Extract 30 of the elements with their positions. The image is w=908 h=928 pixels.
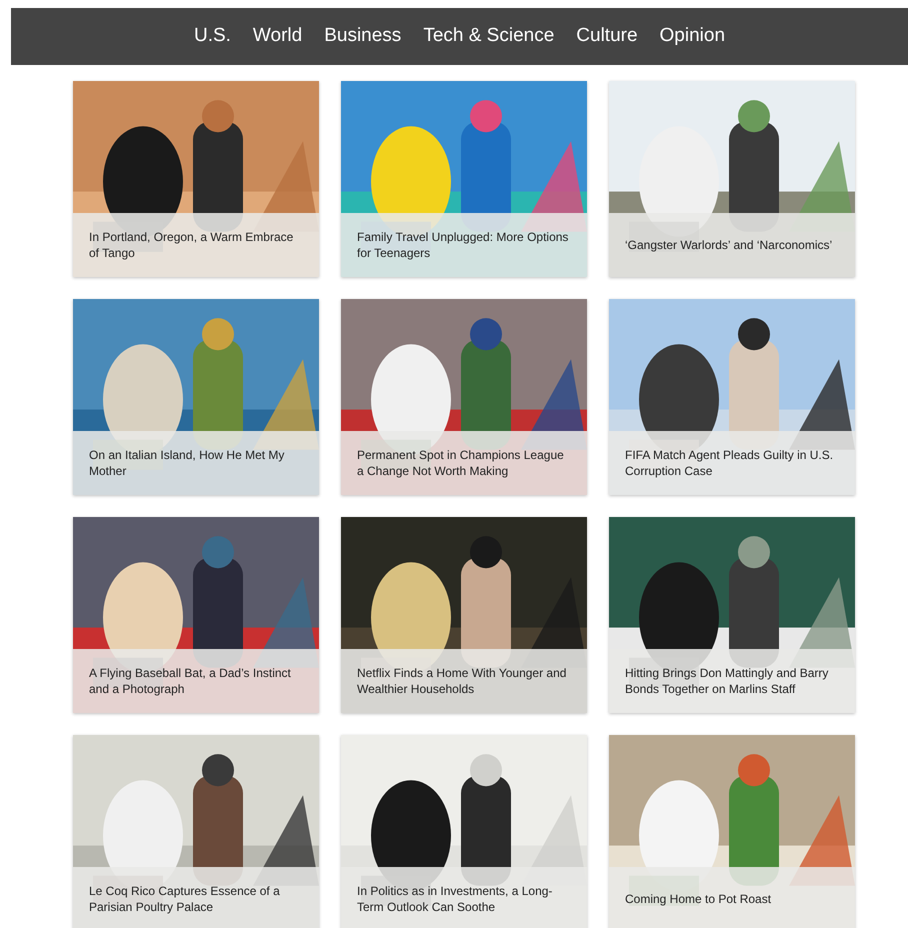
nav-link[interactable]: Business xyxy=(324,22,402,51)
article-title: On an Italian Island, How He Met My Mother xyxy=(89,447,286,479)
article-card[interactable]: Le Coq Rico Captures Essence of a Parisian Poultry Palace xyxy=(73,735,319,928)
article-title: Permanent Spot in Champions League a Change Not Worth Making xyxy=(357,447,565,479)
article-title: In Politics as in Investments, a Long-Term Outlook Can Soothe xyxy=(357,883,554,915)
article-title: Coming Home to Pot Roast xyxy=(625,891,772,907)
article-card[interactable]: A Flying Baseball Bat, a Dad’s Instinct and a Photograph xyxy=(73,517,319,713)
article-title: Family Travel Unplugged: More Options for Teenagers xyxy=(357,229,570,261)
article-title: A Flying Baseball Bat, a Dad’s Instinct and a Photograph xyxy=(89,665,292,697)
article-card[interactable]: Netflix Finds a Home With Younger and Wealthier Households xyxy=(341,517,587,713)
article-card[interactable]: In Portland, Oregon, a Warm Embrace of Tango xyxy=(73,81,319,277)
nav-link[interactable]: Culture xyxy=(576,22,638,51)
nav-link[interactable]: Opinion xyxy=(660,22,726,51)
article-title: ‘Gangster Warlords’ and ‘Narconomics’ xyxy=(625,237,832,253)
nav-link[interactable]: U.S. xyxy=(194,22,231,51)
article-title: Netflix Finds a Home With Younger and Wealthier Households xyxy=(357,665,568,697)
article-card[interactable]: Coming Home to Pot Roast xyxy=(609,735,855,928)
article-card[interactable]: On an Italian Island, How He Met My Mother xyxy=(73,299,319,495)
article-title: Hitting Brings Don Mattingly and Barry Bonds Together on Marlins Staff xyxy=(625,665,830,697)
nav-link[interactable]: Tech & Science xyxy=(423,22,554,51)
article-card[interactable]: In Politics as in Investments, a Long-Term Outlook Can Soothe xyxy=(341,735,587,928)
article-card[interactable]: ‘Gangster Warlords’ and ‘Narconomics’ xyxy=(609,81,855,277)
nav-link[interactable]: World xyxy=(252,22,302,51)
article-card[interactable]: Family Travel Unplugged: More Options for Teenagers xyxy=(341,81,587,277)
article-card[interactable]: Permanent Spot in Champions League a Change Not Worth Making xyxy=(341,299,587,495)
article-title: FIFA Match Agent Pleads Guilty in U.S. Corruption Case xyxy=(625,447,834,479)
article-title: Le Coq Rico Captures Essence of a Parisian Poultry Palace xyxy=(89,883,281,915)
article-card[interactable]: FIFA Match Agent Pleads Guilty in U.S. Corruption Case xyxy=(609,299,855,495)
article-card[interactable]: Hitting Brings Don Mattingly and Barry Bonds Together on Marlins Staff xyxy=(609,517,855,713)
article-title: In Portland, Oregon, a Warm Embrace of Tango xyxy=(89,229,294,261)
